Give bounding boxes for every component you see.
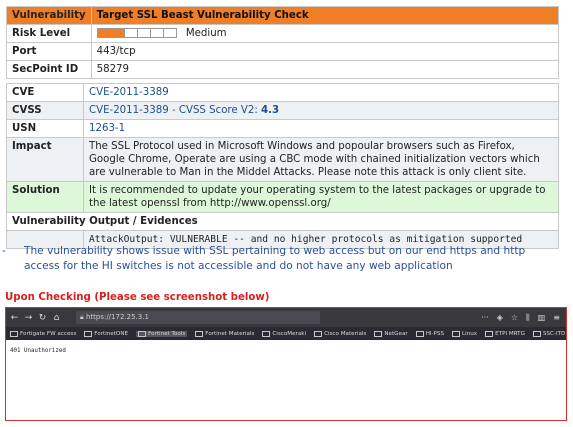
pocket-icon[interactable]: ◈ [497, 313, 503, 323]
cvss-row: CVSS CVE-2011-3389 - CVSS Score V2: 4.3 [6, 101, 559, 120]
bookmark-label: NetGear [384, 330, 408, 337]
address-bar[interactable]: 🔒︎ https://172.25.3.1 [76, 311, 320, 324]
usn-label: USN [6, 119, 84, 138]
page-content: 401 Unauthorized [10, 348, 66, 354]
folder-icon [84, 330, 93, 337]
vulnerability-title: Target SSL Beast Vulnerability Check [90, 6, 560, 25]
impact-row: Impact The SSL Protocol used in Microsof… [6, 137, 559, 182]
folder-icon [10, 330, 18, 337]
folder-icon [415, 330, 424, 337]
bookmark-label: CiscoMeraki [272, 330, 307, 337]
folder-icon [262, 330, 271, 337]
bar-segment [98, 29, 112, 37]
impact-text: The SSL Protocol used in Microsoft Windo… [83, 137, 559, 182]
output-header: Vulnerability Output / Evidences [6, 212, 559, 231]
cvss-link[interactable]: CVE-2011-3389 - CVSS Score V2: [89, 105, 261, 116]
bar-segment [150, 29, 164, 37]
bookmark-label: FortinetONE [94, 330, 129, 337]
bookmark-item[interactable]: Fortinet Tools [136, 330, 188, 337]
bookmark-label: ETPI MRTG [495, 330, 525, 337]
impact-label: Impact [6, 137, 84, 182]
bookmark-item[interactable]: Linux [452, 330, 478, 337]
bookmark-label: Linux [462, 330, 478, 337]
solution-label: Solution [6, 181, 84, 213]
cve-label: CVE [6, 83, 84, 102]
analyst-note-text: The vulnerability shows issue with SSL p… [24, 245, 526, 272]
folder-icon [374, 330, 383, 337]
risk-level-row: Risk Level Medium [6, 24, 560, 43]
bookmark-star-icon[interactable]: ☆ [511, 313, 518, 323]
usn-link[interactable]: 1263-1 [83, 119, 559, 138]
table-header-row: Vulnerability Target SSL Beast Vulnerabi… [6, 6, 560, 25]
sidebar-icon[interactable]: ▥ [538, 313, 546, 323]
bookmark-item[interactable]: SSC-ITD [532, 330, 566, 337]
bullet-dash: - [2, 245, 6, 257]
output-header-row: Vulnerability Output / Evidences [6, 212, 559, 231]
port-row: Port 443/tcp [6, 42, 560, 61]
bookmark-item[interactable]: CiscoMeraki [262, 330, 307, 337]
reload-icon[interactable]: ↻ [37, 313, 48, 323]
home-icon[interactable]: ⌂ [51, 313, 62, 323]
header-key: Vulnerability [6, 6, 92, 25]
bookmarks-toolbar: Fortigate FW access FortinetONE Fortinet T… [6, 327, 566, 340]
bookmark-item[interactable]: FortinetONE [84, 330, 129, 337]
risk-level-label: Risk Level [6, 24, 92, 43]
cvss-label: CVSS [6, 101, 84, 120]
upon-checking-heading: Upon Checking (Please see screenshot bel… [5, 292, 270, 303]
port-value: 443/tcp [90, 42, 560, 61]
bookmark-label: Fortinet Tools [148, 330, 186, 337]
risk-level-value: Medium [185, 28, 227, 39]
bar-segment [111, 29, 125, 37]
bookmark-item[interactable]: ETPI MRTG [485, 330, 525, 337]
solution-text: It is recommended to update your operati… [83, 181, 559, 213]
bookmark-item[interactable]: Cisco Materials [314, 330, 367, 337]
folder-icon [485, 330, 494, 337]
solution-row: Solution It is recommended to update you… [6, 181, 559, 213]
bookmark-item[interactable]: Fortinet Materials [195, 330, 255, 337]
bar-segment [137, 29, 151, 37]
forward-arrow-icon[interactable]: → [23, 313, 34, 323]
bookmark-item[interactable]: HI-PSS [415, 330, 445, 337]
secpoint-id-row: SecPoint ID 58279 [6, 60, 560, 79]
folder-icon [138, 330, 147, 337]
browser-screenshot: ← → ↻ ⌂ 🔒︎ https://172.25.3.1 ··· ◈ ☆ ⫼ … [5, 307, 567, 421]
vulnerability-details-table: CVE CVE-2011-3389 CVSS CVE-2011-3389 - C… [6, 83, 559, 249]
address-url: https://172.25.3.1 [85, 313, 149, 321]
cve-row: CVE CVE-2011-3389 [6, 83, 559, 102]
secpoint-id-value: 58279 [90, 60, 560, 79]
cve-link[interactable]: CVE-2011-3389 [83, 83, 559, 102]
cvss-score: 4.3 [261, 105, 280, 116]
bookmark-item[interactable]: Fortigate FW access [10, 330, 77, 337]
folder-icon [532, 330, 541, 337]
bar-segment [124, 29, 138, 37]
secpoint-id-label: SecPoint ID [6, 60, 92, 79]
analyst-note: - The vulnerability shows issue with SSL… [2, 244, 554, 274]
port-label: Port [6, 42, 92, 61]
vulnerability-summary-table: Vulnerability Target SSL Beast Vulnerabi… [6, 6, 560, 79]
folder-icon [314, 330, 323, 337]
bookmark-item[interactable]: NetGear [374, 330, 408, 337]
bookmark-label: SSC-ITD [542, 330, 566, 337]
bookmark-label: Cisco Materials [324, 330, 367, 337]
folder-icon [195, 330, 204, 337]
usn-row: USN 1263-1 [6, 119, 559, 138]
back-arrow-icon[interactable]: ← [9, 313, 20, 323]
folder-icon [452, 330, 461, 337]
page-actions-icon[interactable]: ··· [481, 313, 489, 323]
menu-icon[interactable]: ≡ [553, 313, 560, 323]
browser-toolbar: ← → ↻ ⌂ 🔒︎ https://172.25.3.1 ··· ◈ ☆ ⫼ … [6, 308, 566, 327]
risk-level-bar [96, 28, 177, 38]
library-icon[interactable]: ⫼ [526, 313, 530, 323]
bookmark-label: HI-PSS [425, 330, 445, 337]
bookmark-label: Fortinet Materials [205, 330, 255, 337]
bookmark-label: Fortigate FW access [20, 330, 77, 337]
